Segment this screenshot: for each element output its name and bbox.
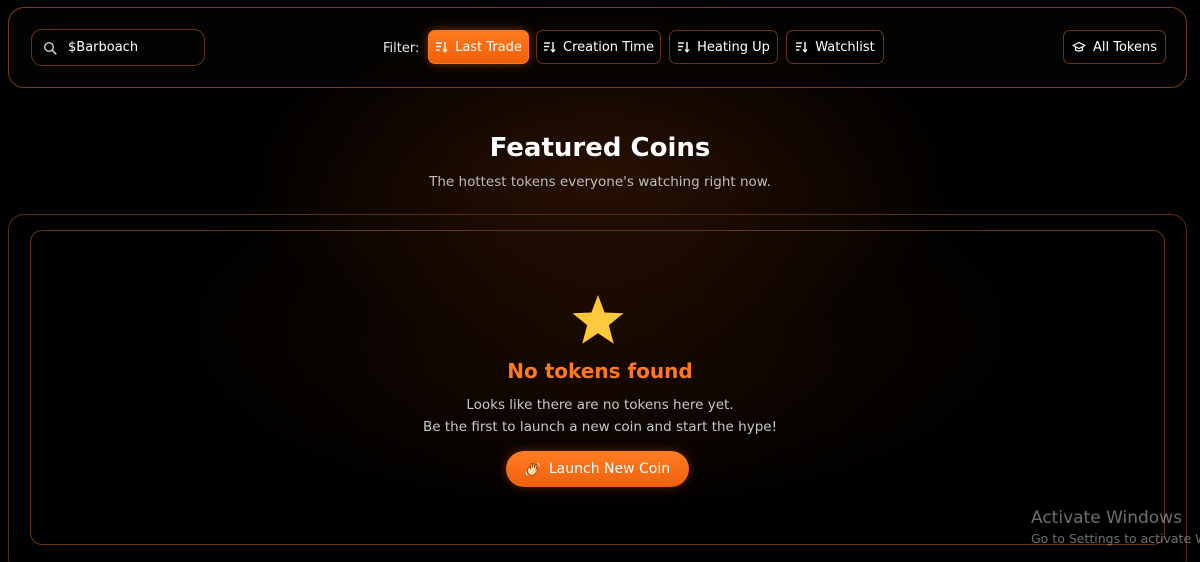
sort-icon	[678, 42, 690, 53]
filter-heating-up-button[interactable]: Heating Up	[669, 30, 778, 64]
empty-state-card	[30, 230, 1165, 545]
page-title: Featured Coins	[489, 133, 711, 163]
page: Filter: Last Trade Creation Time	[0, 0, 1200, 562]
star-icon	[572, 295, 624, 344]
search-box[interactable]	[31, 29, 205, 66]
all-tokens-label: All Tokens	[1092, 39, 1157, 55]
launch-new-coin-label: Launch New Coin	[548, 461, 671, 477]
empty-state-title: No tokens found	[507, 359, 693, 383]
all-tokens-button[interactable]: All Tokens	[1063, 30, 1166, 64]
launch-new-coin-button[interactable]: Launch New Coin	[506, 451, 689, 487]
search-input[interactable]	[66, 39, 186, 56]
search-icon	[43, 41, 57, 55]
filter-watchlist-button[interactable]: Watchlist	[786, 30, 884, 64]
windows-activation-watermark-text: Go to Settings to activate Windows.	[1031, 531, 1200, 546]
sort-icon	[544, 42, 556, 53]
empty-state-message-line2: Be the first to launch a new coin and st…	[423, 419, 777, 435]
top-toolbar: Filter: Last Trade Creation Time	[8, 7, 1187, 88]
filter-heating-up-label: Heating Up	[697, 39, 770, 55]
filter-label: Filter:	[383, 41, 420, 56]
waving-hand-icon	[525, 462, 540, 476]
filter-last-trade-label: Last Trade	[455, 39, 522, 55]
sort-icon	[796, 42, 808, 53]
graduation-cap-icon	[1072, 41, 1086, 52]
filter-watchlist-label: Watchlist	[815, 39, 875, 55]
filter-last-trade-button[interactable]: Last Trade	[428, 30, 529, 64]
sort-icon	[436, 42, 448, 53]
windows-activation-watermark-title: Activate Windows	[1031, 508, 1182, 528]
empty-state-message-line1: Looks like there are no tokens here yet.	[466, 397, 734, 413]
page-subtitle: The hottest tokens everyone's watching r…	[429, 174, 771, 190]
filter-creation-time-button[interactable]: Creation Time	[536, 30, 661, 64]
filter-creation-time-label: Creation Time	[563, 39, 654, 55]
